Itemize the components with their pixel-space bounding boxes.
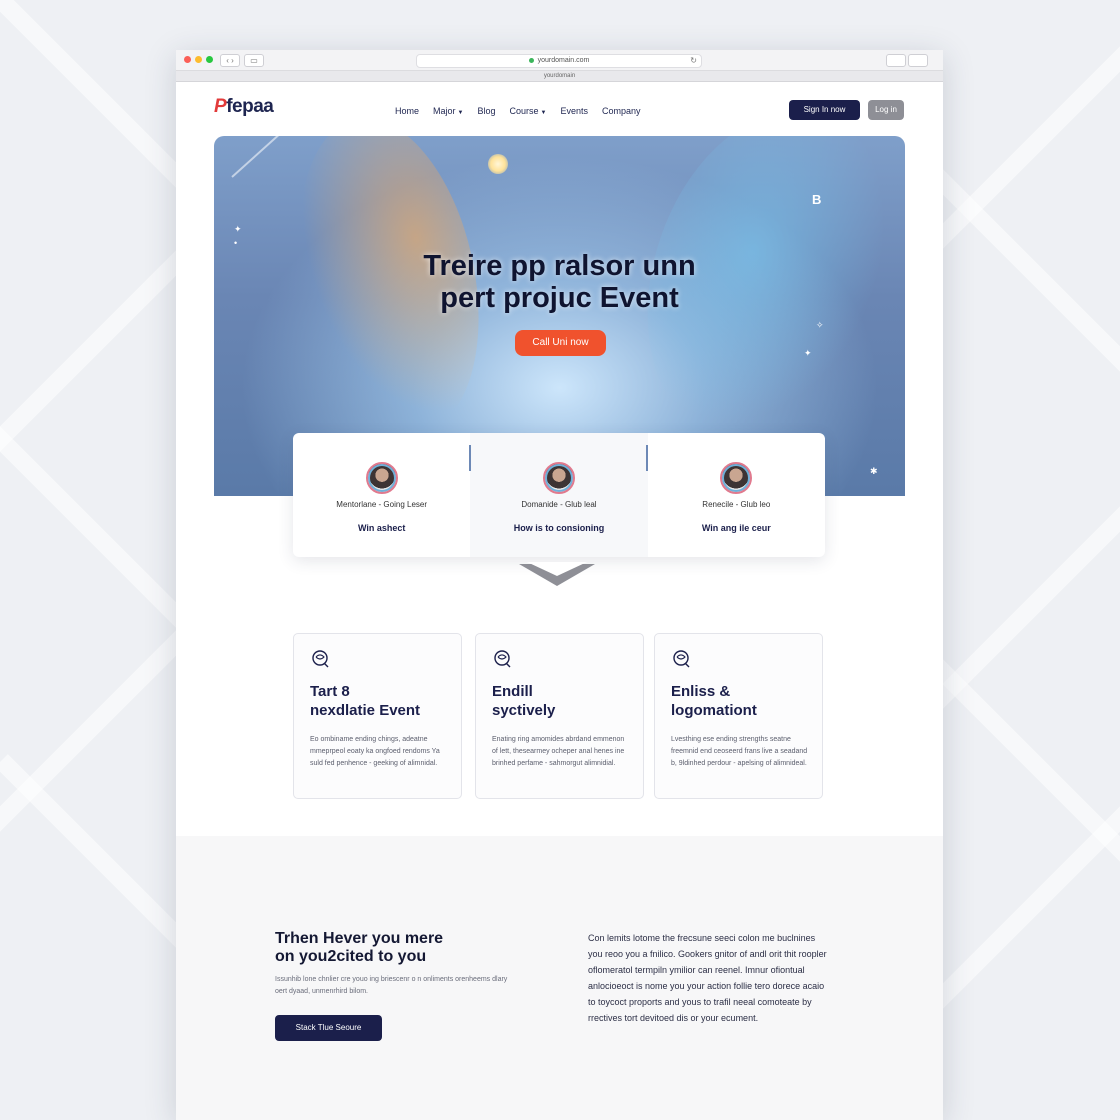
close-window-button[interactable]	[184, 56, 191, 63]
login-button[interactable]: Log in	[868, 100, 904, 120]
nav-major[interactable]: Major ▼	[433, 106, 463, 116]
back-forward-icon[interactable]: ‹ ›	[220, 54, 240, 67]
feature-card[interactable]: Tart 8 nexdlatie Event Eo ombiname ending…	[293, 633, 462, 799]
browser-toolbar: ‹ › ▭ yourdomain.com ↻	[176, 50, 943, 71]
highlight-subtitle: Renecile - Glub leo	[702, 500, 771, 509]
tab-title: yourdomain	[543, 73, 576, 79]
sparkle-icon: ✦	[804, 348, 812, 358]
hero-title-line-1: Treire pp ralsor unn	[423, 250, 696, 282]
sparkle-icon: ✱	[870, 466, 878, 476]
sparkle-icon: ✦	[234, 224, 242, 234]
cta-button[interactable]: Stack Tlue Seoure	[275, 1015, 382, 1041]
divider	[646, 445, 648, 471]
feature-card[interactable]: Enliss & logomationt Lvesthing ese ending…	[654, 633, 823, 799]
cta-paragraph: Con lemits lotome the frecsune seeci col…	[588, 933, 827, 1023]
hero-title: Treire pp ralsor unn pert projuc Event	[214, 250, 905, 314]
sparkle-icon: •	[234, 238, 238, 248]
nav-events[interactable]: Events	[560, 106, 588, 116]
logo-text: fepaa	[226, 96, 274, 117]
browser-window: ‹ › ▭ yourdomain.com ↻ yourdomain Pfepaa…	[176, 50, 943, 1120]
highlight-card[interactable]: Renecile - Glub leo Win ang ile ceur	[648, 433, 825, 557]
sign-in-button[interactable]: Sign In now	[789, 100, 860, 120]
sidebar-toggle-icon[interactable]: ▭	[244, 54, 264, 67]
highlight-title: Win ashect	[357, 523, 406, 533]
secure-icon	[528, 57, 534, 63]
hero-corner-letter: B	[812, 192, 822, 207]
site-header: Pfepaa Home Major ▼ Blog Course ▼ Events C…	[176, 82, 943, 138]
chat-bubble-icon	[494, 650, 511, 668]
address-bar[interactable]: yourdomain.com ↻	[416, 54, 702, 68]
hero-cta-button[interactable]: Call Uni now	[515, 330, 606, 356]
url-text: yourdomain.com	[537, 57, 590, 64]
highlight-card[interactable]: Domanide - Glub leal How is to consionin…	[470, 433, 648, 557]
reload-icon[interactable]: ↻	[690, 55, 697, 67]
nav-course[interactable]: Course ▼	[510, 106, 547, 116]
cta-subtitle: Issunhib lone chnlier cre youo ing bries…	[275, 976, 508, 995]
avatar	[542, 462, 575, 494]
minimize-window-button[interactable]	[195, 56, 202, 63]
feature-cards: Tart 8 nexdlatie Event Eo ombiname ending…	[293, 633, 825, 799]
feature-title: Tart 8 nexdlatie Event	[310, 683, 421, 719]
main-nav: Home Major ▼ Blog Course ▼ Events Company	[395, 106, 641, 116]
nav-home[interactable]: Home	[395, 106, 419, 116]
feature-card[interactable]: Endill syctively Enating ring amomides ab…	[475, 633, 644, 799]
hero-title-line-2: pert projuc Event	[440, 282, 679, 314]
highlight-subtitle: Domanide - Glub leal	[521, 500, 597, 509]
feature-title: Endill syctively	[492, 683, 556, 719]
maximize-window-button[interactable]	[206, 56, 213, 63]
feature-body: Enating ring amomides abrdand emmenon of…	[492, 736, 625, 767]
chat-bubble-icon	[673, 650, 690, 668]
pointer-arrow-inner	[527, 562, 587, 576]
cta-title: Trhen Hever you mere on you2cited to you	[275, 930, 444, 965]
sun-icon	[488, 154, 508, 174]
chevron-down-icon: ▼	[540, 110, 547, 116]
divider	[469, 445, 471, 471]
highlight-title: How is to consioning	[513, 523, 605, 533]
highlight-title: Win ang ile ceur	[701, 523, 771, 533]
chevron-down-icon: ▼	[457, 110, 464, 116]
feature-body: Lvesthing ese ending strengths seatne fr…	[671, 736, 808, 767]
nav-company[interactable]: Company	[602, 106, 641, 116]
chat-bubble-icon	[312, 650, 329, 668]
avatar	[365, 462, 398, 494]
feature-title: Enliss & logomationt	[671, 683, 757, 719]
avatar	[720, 462, 753, 494]
highlight-subtitle: Mentorlane - Going Leser	[336, 500, 428, 509]
site-logo[interactable]: Pfepaa	[214, 96, 274, 118]
feature-body: Eo ombiname ending chings, adeatne mmepr…	[310, 736, 440, 767]
tabs-icon[interactable]	[908, 54, 928, 67]
nav-blog[interactable]: Blog	[477, 106, 495, 116]
highlight-card[interactable]: Mentorlane - Going Leser Win ashect	[293, 433, 470, 557]
cta-section: Trhen Hever you mere on you2cited to you …	[176, 836, 943, 1120]
tab-strip[interactable]: yourdomain	[176, 71, 943, 82]
highlight-cards: Mentorlane - Going Leser Win ashect Doma…	[293, 433, 825, 557]
share-icon[interactable]	[886, 54, 906, 67]
logo-mark: P	[214, 96, 227, 117]
sparkle-icon: ✧	[816, 320, 824, 330]
